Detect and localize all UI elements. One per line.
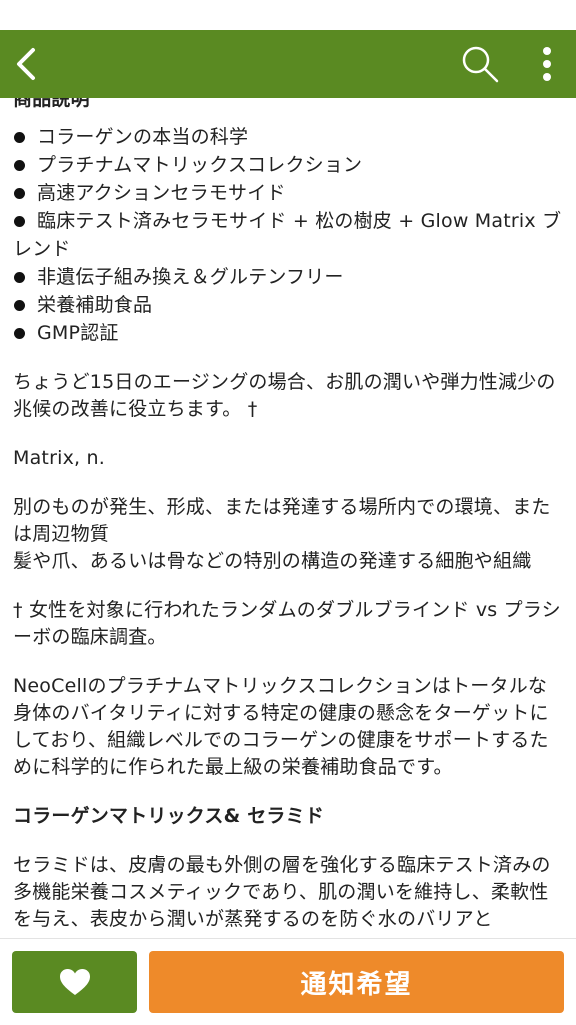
app-header <box>0 30 576 98</box>
chevron-left-icon <box>17 48 35 80</box>
search-button[interactable] <box>452 30 508 98</box>
bottom-action-bar: 通知希望 <box>0 938 576 1025</box>
footnote: † 女性を対象に行われたランダムのダブルブラインド vs プラシーボの臨床調査。 <box>13 599 561 648</box>
search-icon <box>462 46 499 83</box>
feature-item: GMP認証 <box>13 319 563 347</box>
ceramide-paragraph: セラミドは、皮膚の最も外側の層を強化する臨床テスト済みの多機能栄養コスメティック… <box>13 854 551 930</box>
heart-icon <box>59 968 90 995</box>
matrix-term: Matrix, n. <box>13 447 105 469</box>
notify-button[interactable]: 通知希望 <box>149 951 564 1013</box>
feature-item: コラーゲンの本当の科学 <box>13 123 563 151</box>
back-button[interactable] <box>0 30 50 98</box>
feature-item: 臨床テスト済みセラモサイド + 松の樹皮 + Glow Matrix ブレンド <box>13 207 563 263</box>
aging-paragraph: ちょうど15日のエージングの場合、お肌の潤いや弾力性減少の兆候の改善に役立ちます… <box>13 371 556 420</box>
favorite-button[interactable] <box>12 951 137 1013</box>
more-vertical-icon <box>543 47 551 81</box>
neocell-paragraph: NeoCellのプラチナムマトリックスコレクションはトータルな身体のバイタリティ… <box>13 675 549 778</box>
product-description: 商品説明 コラーゲンの本当の科学 プラチナムマトリックスコレクション 高速アクシ… <box>13 98 563 933</box>
matrix-definition: 別のものが発生、形成、または発達する場所内での環境、または周辺物質 髪や爪、ある… <box>13 494 563 575</box>
more-menu-button[interactable] <box>524 30 570 98</box>
product-description-scroll[interactable]: 商品説明 コラーゲンの本当の科学 プラチナムマトリックスコレクション 高速アクシ… <box>0 98 576 938</box>
feature-item: 栄養補助食品 <box>13 291 563 319</box>
feature-item: 高速アクションセラモサイド <box>13 179 563 207</box>
matrix-definition-line: 髪や爪、あるいは骨などの特別の構造の発達する細胞や組織 <box>13 550 532 572</box>
feature-list: コラーゲンの本当の科学 プラチナムマトリックスコレクション 高速アクションセラモ… <box>13 123 563 347</box>
section-title: 商品説明 <box>13 98 90 110</box>
feature-item: プラチナムマトリックスコレクション <box>13 151 563 179</box>
status-bar <box>0 0 576 30</box>
feature-item: 非遺伝子組み換え＆グルテンフリー <box>13 263 563 291</box>
subheading: コラーゲンマトリックス& セラミド <box>13 805 325 827</box>
matrix-definition-line: 別のものが発生、形成、または発達する場所内での環境、または周辺物質 <box>13 496 551 545</box>
